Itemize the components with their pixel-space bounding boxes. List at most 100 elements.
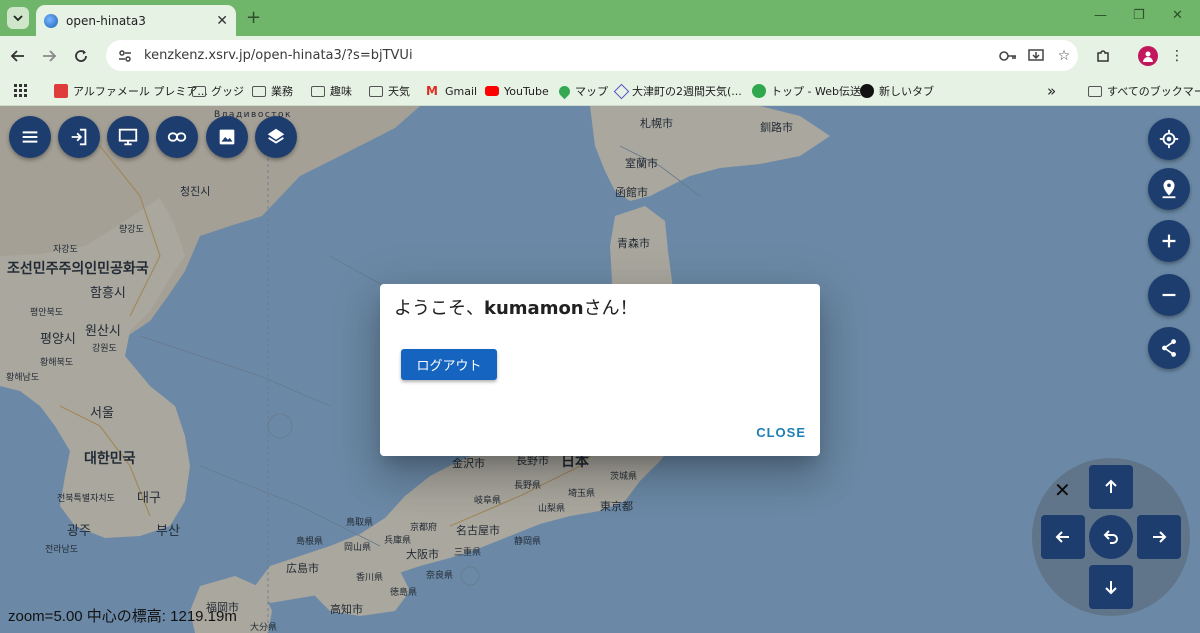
zoom-elevation-readout: zoom=5.00 中心の標高: 1219.19m xyxy=(8,608,237,625)
bookmark-item[interactable]: グッジ xyxy=(192,81,244,101)
link-icon xyxy=(167,132,187,142)
image-button[interactable] xyxy=(206,116,248,158)
youtube-icon xyxy=(485,86,499,96)
reload-icon[interactable] xyxy=(70,45,92,67)
browser-toolbar: kenzkenz.xsrv.jp/open-hinata3/?s=bjTVUi … xyxy=(0,36,1200,76)
bookmark-item[interactable]: 趣味 xyxy=(311,81,352,101)
bookmark-item[interactable]: アルファメール プレミア... xyxy=(54,81,208,101)
minus-icon xyxy=(1162,293,1176,297)
web-icon xyxy=(752,84,766,98)
bookmark-item[interactable]: マップ xyxy=(556,81,608,101)
share-icon xyxy=(1162,339,1176,357)
bookmark-item[interactable]: トップ - Web伝送 xyxy=(752,81,861,101)
menu-button[interactable] xyxy=(9,116,51,158)
zoom-in-button[interactable] xyxy=(1148,220,1190,262)
image-icon xyxy=(219,129,235,145)
close-icon[interactable]: ✕ xyxy=(1054,478,1071,502)
folder-icon xyxy=(252,85,266,97)
map-pin-icon xyxy=(1162,179,1176,199)
bookmark-item[interactable]: YouTube xyxy=(485,81,549,101)
gmail-icon: M xyxy=(426,84,438,98)
crosshair-icon xyxy=(1159,129,1179,149)
bookmark-label: 趣味 xyxy=(330,85,352,98)
arrow-left-icon xyxy=(1055,531,1069,543)
profile-avatar[interactable] xyxy=(1138,46,1158,66)
pan-up-button[interactable] xyxy=(1089,465,1133,509)
bookmark-label: 天気 xyxy=(388,85,410,98)
all-bookmarks-item[interactable]: すべてのブックマーク xyxy=(1088,81,1200,101)
username: kumamon xyxy=(484,298,584,319)
bookmark-label: Gmail xyxy=(445,84,478,98)
tab-open-hinata3[interactable]: open-hinata3 ✕ xyxy=(36,5,236,36)
apps-grid-icon[interactable] xyxy=(14,81,28,101)
folder-icon xyxy=(311,85,325,97)
monitor-icon xyxy=(118,128,138,146)
pan-down-button[interactable] xyxy=(1089,565,1133,609)
minimize-icon[interactable]: — xyxy=(1094,8,1107,23)
pan-right-button[interactable] xyxy=(1137,515,1181,559)
bookmark-label: アルファメール プレミア... xyxy=(73,85,208,98)
close-button[interactable]: CLOSE xyxy=(756,425,806,440)
pan-control: ✕ xyxy=(1032,458,1190,616)
bookmark-label: 業務 xyxy=(271,85,293,98)
folder-icon xyxy=(1088,85,1102,97)
site-info-icon[interactable] xyxy=(116,47,134,65)
tab-title: open-hinata3 xyxy=(66,13,146,28)
reset-rotation-button[interactable] xyxy=(1089,515,1133,559)
person-icon xyxy=(1143,51,1153,62)
layers-icon xyxy=(267,128,285,144)
bookmark-item[interactable]: M Gmail xyxy=(426,81,477,101)
bookmark-star-icon[interactable]: ☆ xyxy=(1050,48,1078,64)
address-bar[interactable]: kenzkenz.xsrv.jp/open-hinata3/?s=bjTVUi … xyxy=(106,40,1078,71)
bookmark-item[interactable]: 業務 xyxy=(252,81,293,101)
restore-icon[interactable]: ❐ xyxy=(1133,8,1145,23)
tab-strip: open-hinata3 ✕ + — ❐ ✕ xyxy=(0,0,1200,36)
plus-icon xyxy=(1162,234,1176,248)
bookmark-label: すべてのブックマーク xyxy=(1107,85,1200,98)
more-menu-icon[interactable]: ⋮ xyxy=(1166,45,1188,67)
new-tab-button[interactable]: + xyxy=(246,7,261,28)
greeting-prefix: ようこそ、 xyxy=(394,298,484,319)
layers-button[interactable] xyxy=(255,116,297,158)
login-button[interactable] xyxy=(58,116,100,158)
bookmark-item[interactable]: 天気 xyxy=(369,81,410,101)
share-button[interactable] xyxy=(1148,327,1190,369)
location-pin-button[interactable] xyxy=(1148,168,1190,210)
undo-icon xyxy=(1103,530,1118,544)
forward-icon[interactable] xyxy=(38,45,60,67)
globe-icon xyxy=(860,84,874,98)
install-app-icon[interactable] xyxy=(1022,48,1050,64)
my-location-button[interactable] xyxy=(1148,118,1190,160)
bookmark-label: トップ - Web伝送 xyxy=(771,85,861,98)
back-icon[interactable] xyxy=(7,45,29,67)
hamburger-icon xyxy=(22,131,38,143)
zoom-out-button[interactable] xyxy=(1148,274,1190,316)
bookmark-label: マップ xyxy=(575,85,608,98)
greeting-suffix: さん！ xyxy=(583,298,638,319)
bookmark-label: YouTube xyxy=(504,84,549,98)
bookmark-item[interactable]: 大津町の2週間天気(... xyxy=(613,81,742,101)
welcome-dialog: ようこそ、kumamonさん！ ログアウト CLOSE xyxy=(380,284,820,456)
logout-button[interactable]: ログアウト xyxy=(401,349,497,380)
login-icon xyxy=(71,128,87,146)
folder-icon xyxy=(192,85,206,97)
more-bookmarks-button[interactable]: » xyxy=(1047,81,1056,101)
bookmarks-bar: アルファメール プレミア... グッジ 業務 趣味 天気 M Gmail You… xyxy=(0,76,1200,106)
arrow-right-icon xyxy=(1153,531,1167,543)
display-button[interactable] xyxy=(107,116,149,158)
bookmark-label: グッジ xyxy=(211,85,244,98)
key-icon[interactable] xyxy=(994,50,1022,62)
tab-search-button[interactable] xyxy=(7,7,29,29)
extensions-icon[interactable] xyxy=(1092,45,1114,67)
arrow-down-icon xyxy=(1105,581,1117,595)
arrow-up-icon xyxy=(1105,479,1117,493)
link-button[interactable] xyxy=(156,116,198,158)
bookmark-item[interactable]: 新しいタブ xyxy=(860,81,934,101)
dialog-title: ようこそ、kumamonさん！ xyxy=(394,294,638,320)
url-text: kenzkenz.xsrv.jp/open-hinata3/?s=bjTVUi xyxy=(144,48,413,63)
folder-icon xyxy=(369,85,383,97)
bookmark-label: 新しいタブ xyxy=(879,85,934,98)
close-icon[interactable]: ✕ xyxy=(216,13,228,29)
pan-left-button[interactable] xyxy=(1041,515,1085,559)
window-close-icon[interactable]: ✕ xyxy=(1172,8,1183,23)
